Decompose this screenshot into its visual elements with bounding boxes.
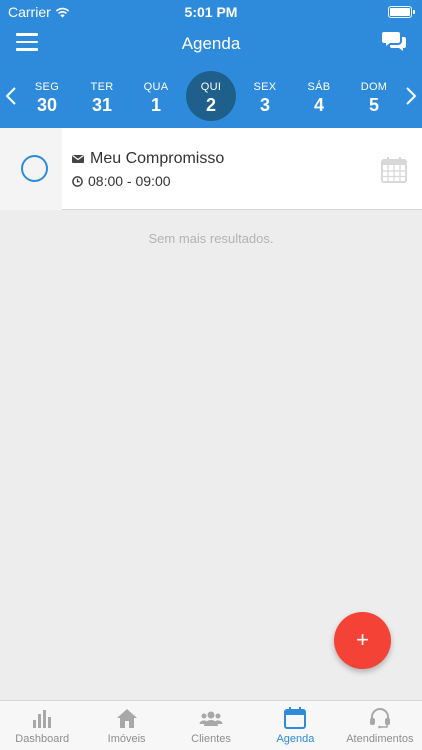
calendar-icon [284, 707, 307, 729]
day-item-seg[interactable]: SEG 30 [22, 71, 72, 121]
headset-icon [369, 708, 390, 729]
users-icon [199, 711, 223, 726]
calendar-icon[interactable] [380, 156, 408, 184]
next-week-arrow-icon[interactable] [404, 86, 418, 106]
battery-icon [388, 6, 415, 18]
event-status-area [0, 128, 62, 210]
day-name: DOM [360, 81, 388, 93]
status-bar: Carrier 5:01 PM [0, 0, 422, 24]
day-item-dom[interactable]: DOM 5 [349, 71, 399, 121]
day-number: 4 [313, 95, 324, 115]
chart-bar-icon [33, 710, 52, 728]
tab-agenda[interactable]: Agenda [253, 701, 337, 750]
week-selector: SEG 30 TER 31 QUA 1 QUI 2 SEX 3 SÁB 4 DO… [0, 64, 422, 128]
day-name: SEX [253, 81, 277, 93]
tab-label: Clientes [191, 733, 231, 745]
day-item-qua[interactable]: QUA 1 [131, 71, 181, 121]
day-name: QUI [200, 81, 222, 93]
tab-label: Atendimentos [346, 733, 414, 745]
day-item-qui-selected[interactable]: QUI 2 [186, 71, 236, 121]
day-number: 5 [368, 95, 379, 115]
add-event-button[interactable]: + [334, 612, 391, 669]
previous-week-arrow-icon[interactable] [4, 86, 18, 106]
status-time: 5:01 PM [184, 4, 238, 20]
day-item-sex[interactable]: SEX 3 [240, 71, 290, 121]
day-name: QUA [143, 81, 169, 93]
no-more-results-message: Sem mais resultados. [148, 231, 274, 246]
home-icon [116, 709, 137, 728]
tab-clientes[interactable]: Clientes [169, 701, 253, 750]
day-number: 31 [91, 95, 113, 115]
envelope-icon [72, 155, 84, 163]
tab-dashboard[interactable]: Dashboard [0, 701, 84, 750]
event-card[interactable]: Meu Compromisso 08:00 - 09:00 [0, 128, 422, 210]
tab-label: Imóveis [107, 733, 146, 745]
tab-bar: Dashboard Imóveis Clientes Agenda Atendi… [0, 700, 422, 750]
tab-imoveis[interactable]: Imóveis [84, 701, 168, 750]
event-time: 08:00 - 09:00 [88, 173, 171, 189]
clock-icon [72, 175, 83, 187]
tab-label: Agenda [276, 733, 315, 745]
day-number: 3 [259, 95, 270, 115]
event-time-row: 08:00 - 09:00 [72, 173, 171, 189]
day-number: 30 [36, 95, 58, 115]
event-title-row: Meu Compromisso [72, 150, 224, 168]
day-name: SÁB [307, 81, 331, 93]
day-item-sab[interactable]: SÁB 4 [294, 71, 344, 121]
day-number: 2 [205, 95, 216, 115]
day-number: 1 [150, 95, 161, 115]
tab-label: Dashboard [15, 733, 70, 745]
day-item-ter[interactable]: TER 31 [77, 71, 127, 121]
header: Agenda [0, 24, 422, 64]
page-title: Agenda [181, 34, 241, 53]
day-name: SEG [34, 81, 60, 93]
event-title: Meu Compromisso [90, 150, 225, 167]
event-status-toggle[interactable] [21, 155, 48, 182]
day-name: TER [90, 81, 114, 93]
chat-icon[interactable] [382, 29, 408, 55]
tab-atendimentos[interactable]: Atendimentos [338, 701, 422, 750]
